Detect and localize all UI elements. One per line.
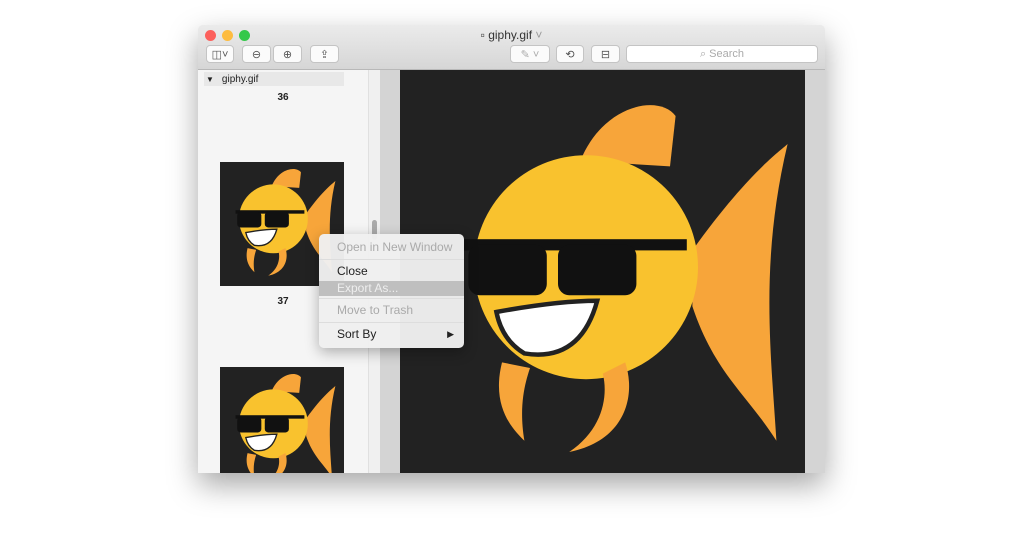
- sidebar-toggle-button[interactable]: ◫˅: [206, 45, 234, 63]
- menu-separator: [319, 322, 464, 323]
- context-menu: Open in New Window Close Export As... Mo…: [319, 234, 464, 348]
- zoom-out-icon: ⊖: [251, 48, 262, 61]
- menu-item-sort-by[interactable]: Sort By ▶: [319, 325, 464, 344]
- zoom-in-icon: ⊕: [282, 48, 293, 61]
- page-number: 36: [277, 92, 289, 103]
- pen-icon: ✎ ˅: [520, 48, 540, 61]
- rotate-icon: ⟲: [565, 48, 575, 61]
- rotate-button[interactable]: ⟲: [556, 45, 584, 63]
- disclosure-triangle-icon[interactable]: ▼: [206, 75, 214, 84]
- menu-separator: [319, 298, 464, 299]
- menu-separator: [319, 259, 464, 260]
- share-button[interactable]: ⇪: [310, 45, 339, 63]
- menu-item-export-as[interactable]: Export As...: [319, 281, 464, 296]
- toolbar: ▫ giphy.gif ˅ ◫˅ ⊖ ⊕ ⇪ ✎ ˅ ⟲ ⊟ ⌕ Search: [198, 25, 825, 70]
- preview-window: ▫ giphy.gif ˅ ◫˅ ⊖ ⊕ ⇪ ✎ ˅ ⟲ ⊟ ⌕ Search …: [198, 25, 825, 473]
- sidebar-file-header[interactable]: ▼ giphy.gif: [204, 72, 344, 86]
- submenu-arrow-icon: ▶: [447, 329, 454, 339]
- sidebar-icon: ◫˅: [211, 48, 229, 61]
- menu-item-move-to-trash[interactable]: Move to Trash: [319, 301, 464, 320]
- menu-item-open-new-window[interactable]: Open in New Window: [319, 238, 464, 257]
- window-title[interactable]: ▫ giphy.gif ˅: [198, 28, 825, 42]
- search-input[interactable]: ⌕ Search: [626, 45, 818, 63]
- toolbox-button[interactable]: ⊟: [591, 45, 620, 63]
- page-thumbnail[interactable]: [220, 367, 344, 473]
- markup-button[interactable]: ✎ ˅: [510, 45, 550, 63]
- chevron-down-icon: ˅: [532, 28, 543, 42]
- zoom-in-button[interactable]: ⊕: [273, 45, 302, 63]
- menu-item-close[interactable]: Close: [319, 262, 464, 281]
- toolbox-icon: ⊟: [600, 48, 611, 61]
- zoom-out-button[interactable]: ⊖: [242, 45, 271, 63]
- divider: [805, 70, 825, 473]
- share-icon: ⇪: [319, 48, 330, 61]
- search-icon: ⌕: [699, 47, 710, 60]
